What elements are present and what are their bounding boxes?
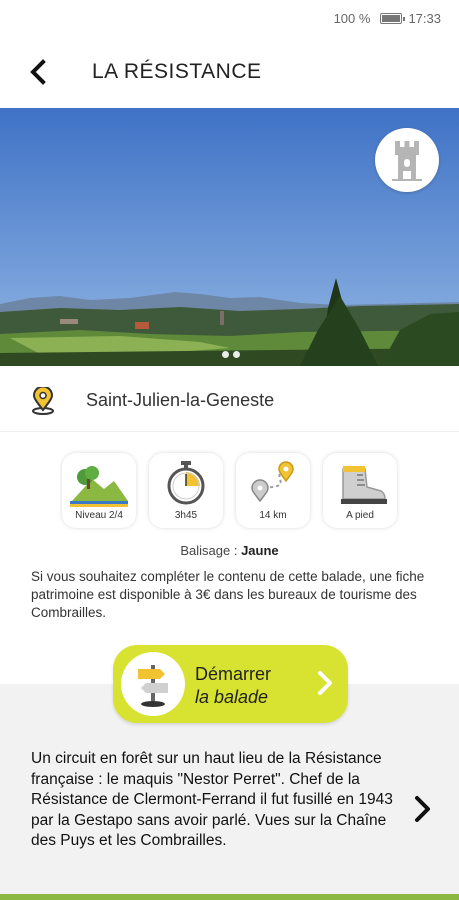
stat-label-duration: 3h45 — [174, 510, 198, 521]
chevron-right-icon — [318, 671, 332, 695]
carousel-dot[interactable] — [222, 351, 229, 358]
poi-badge — [375, 128, 439, 192]
stats-row: Niveau 2/4 3h45 14 km A pied — [62, 453, 397, 528]
app-header: LA RÉSISTANCE — [0, 36, 459, 108]
hiking-boot-icon — [341, 466, 387, 504]
carousel-dots — [222, 351, 240, 358]
walk-description: Un circuit en forêt sur un haut lieu de … — [31, 750, 393, 849]
start-button-line1: Démarrer — [195, 664, 272, 684]
status-indicators: 100 % 17:33 — [334, 11, 441, 26]
start-button-line2: la balade — [195, 687, 269, 707]
start-walk-button[interactable]: Démarrer la balade — [113, 645, 348, 723]
signpost-icon — [138, 665, 168, 707]
carousel-dot[interactable] — [233, 351, 240, 358]
info-text: Si vous souhaitez compléter le contenu d… — [31, 569, 425, 620]
stat-difficulty: Niveau 2/4 — [62, 453, 136, 528]
status-bar: 100 % 17:33 — [0, 0, 459, 36]
hills-icon — [70, 466, 128, 507]
stat-label-distance: 14 km — [259, 510, 287, 521]
location-row: Saint-Julien-la-Geneste — [0, 366, 459, 432]
chevron-right-icon[interactable] — [412, 794, 434, 824]
stat-label-mode: A pied — [346, 510, 374, 521]
battery-icon — [380, 13, 406, 24]
battery-percent: 100 % — [333, 11, 371, 26]
route-icon — [251, 461, 294, 503]
stopwatch-icon — [167, 461, 205, 505]
trail-marking-value: Jaune — [241, 543, 279, 558]
map-pin-icon — [32, 387, 54, 415]
stat-mode: A pied — [323, 453, 397, 528]
tower-icon — [392, 141, 422, 181]
stat-duration: 3h45 — [149, 453, 223, 528]
trail-marking: Balisage : Jaune — [0, 543, 459, 558]
stat-label-difficulty: Niveau 2/4 — [75, 510, 123, 521]
clock: 17:33 — [408, 11, 441, 26]
battery-level — [382, 15, 401, 22]
back-button[interactable] — [22, 56, 54, 88]
page-title: LA RÉSISTANCE — [92, 60, 262, 83]
trail-marking-label: Balisage : — [180, 543, 238, 558]
chevron-left-icon — [30, 59, 46, 85]
bottom-accent-line — [0, 894, 459, 900]
stat-distance: 14 km — [236, 453, 310, 528]
signpost-icon-wrapper — [121, 652, 185, 716]
location-name: Saint-Julien-la-Geneste — [86, 390, 275, 410]
hero-photo[interactable] — [0, 108, 459, 366]
